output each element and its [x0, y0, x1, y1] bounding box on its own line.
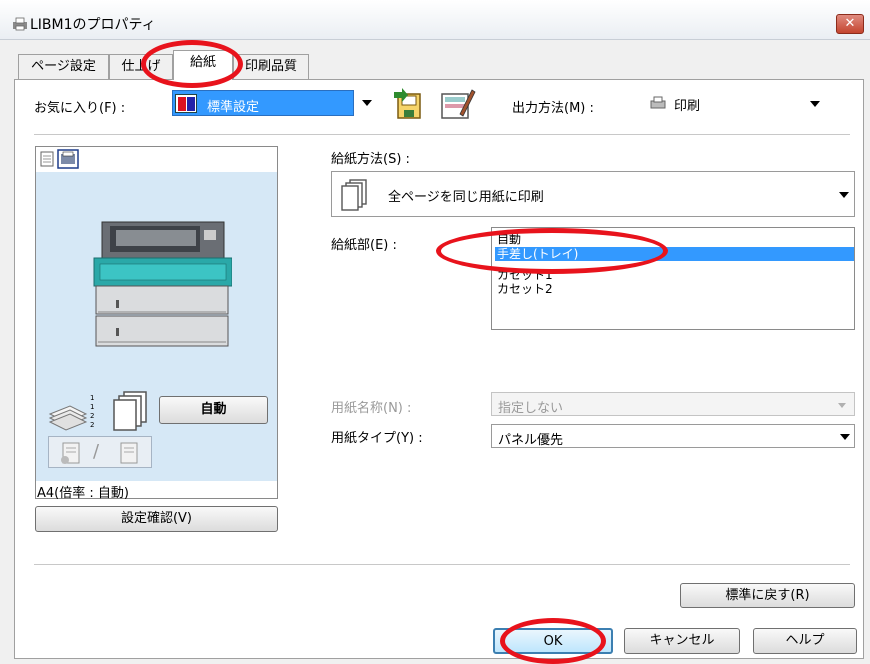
feed-method-select[interactable]: 全ページを同じ用紙に印刷	[331, 171, 855, 217]
svg-text:1: 1	[90, 403, 94, 411]
restore-defaults-button[interactable]: 標準に戻す(R)	[680, 583, 855, 608]
binding-left-icon[interactable]	[57, 441, 85, 465]
annotation-ring	[141, 40, 243, 88]
edit-favorite-icon[interactable]	[438, 88, 476, 120]
feed-method-value: 全ページを同じ用紙に印刷	[388, 190, 544, 205]
favorites-label: お気に入り(F) :	[34, 101, 126, 116]
binding-buttons: /	[48, 436, 152, 468]
add-favorite-icon[interactable]	[392, 88, 428, 120]
paper-name-select[interactable]: 指定しない	[491, 392, 855, 416]
auto-button[interactable]: 自動	[159, 396, 268, 424]
svg-text:1: 1	[90, 394, 94, 402]
window-title: LIBM1のプロパティ	[30, 17, 156, 33]
title-bar[interactable]: LIBM1のプロパティ ✕	[0, 0, 870, 40]
printer-illustration-icon	[93, 221, 232, 347]
tab-page-setup[interactable]: ページ設定	[18, 54, 109, 79]
list-item[interactable]: カセット2	[495, 282, 855, 296]
annotation-ring	[500, 618, 606, 664]
pages-icon	[113, 391, 147, 431]
paper-source-label: 給紙部(E) :	[331, 238, 397, 253]
paper-size-status: A4(倍率 : 自動)	[37, 486, 129, 501]
output-method-value: 印刷	[674, 99, 701, 114]
output-method-select[interactable]: 印刷	[640, 88, 832, 118]
paper-type-select[interactable]: パネル優先	[491, 424, 855, 448]
printer-small-icon	[650, 96, 666, 109]
tab-print-quality[interactable]: 印刷品質	[233, 54, 309, 79]
pages-icon	[341, 179, 367, 211]
svg-text:2: 2	[90, 421, 94, 429]
paper-type-label: 用紙タイプ(Y) :	[331, 431, 423, 446]
page-view-icon[interactable]	[38, 151, 56, 167]
collate-stack-icon: 1 1 2 2	[48, 394, 94, 431]
printer-icon	[13, 17, 27, 31]
chevron-down-icon	[840, 434, 850, 440]
properties-dialog: LIBM1のプロパティ ✕ ページ設定 仕上げ 給紙 印刷品質 お気に入り(F)…	[0, 0, 870, 664]
slash-divider: /	[93, 441, 100, 462]
confirm-settings-button[interactable]: 設定確認(V)	[35, 506, 278, 532]
close-button[interactable]: ✕	[836, 14, 864, 34]
favorites-dropdown-button[interactable]	[356, 90, 378, 116]
chevron-down-icon	[838, 403, 846, 408]
paper-name-value: 指定しない	[498, 401, 564, 416]
printer-view-icon[interactable]	[57, 149, 79, 169]
favorites-value: 標準設定	[207, 100, 260, 115]
annotation-ring	[436, 228, 668, 274]
chevron-down-icon	[362, 100, 372, 106]
feed-method-label: 給紙方法(S) :	[331, 152, 410, 167]
paper-name-label: 用紙名称(N) :	[331, 401, 412, 416]
cancel-button[interactable]: キャンセル	[624, 628, 740, 654]
chevron-down-icon	[839, 192, 849, 198]
divider	[34, 564, 850, 565]
chevron-down-icon	[810, 101, 820, 107]
divider	[34, 134, 850, 135]
favorites-select[interactable]: 標準設定	[172, 90, 354, 116]
paper-type-value: パネル優先	[498, 433, 564, 448]
favorites-book-icon	[175, 94, 197, 113]
svg-text:2: 2	[90, 412, 94, 420]
output-method-label: 出力方法(M) :	[512, 101, 594, 116]
binding-right-icon[interactable]	[115, 441, 143, 465]
help-button[interactable]: ヘルプ	[753, 628, 857, 654]
